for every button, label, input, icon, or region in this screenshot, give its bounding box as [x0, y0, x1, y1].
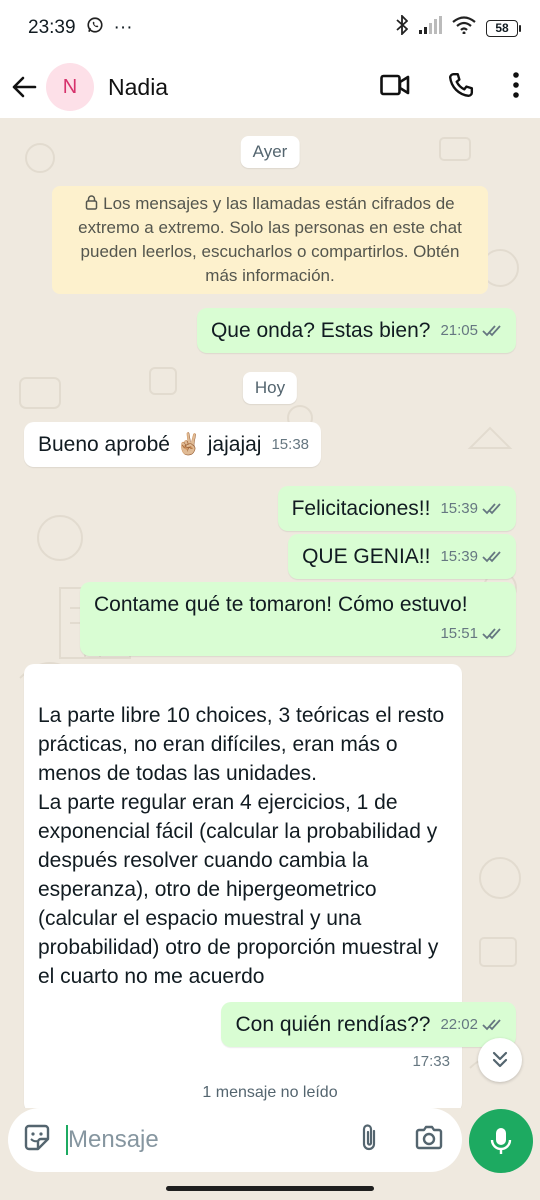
message-text: Contame qué te tomaron! Cómo estuvo!: [94, 593, 468, 616]
avatar[interactable]: N: [46, 63, 94, 111]
wifi-icon: [452, 16, 476, 40]
date-chip-ayer: Ayer: [240, 136, 300, 168]
sticker-icon[interactable]: [22, 1123, 52, 1158]
message-text: La parte libre 10 choices, 3 teóricas el…: [38, 704, 445, 988]
voice-call-icon[interactable]: [448, 72, 474, 103]
date-chip-hoy: Hoy: [242, 372, 298, 404]
message-time: 21:05: [440, 322, 478, 339]
message-text: Felicitaciones!!: [291, 497, 431, 520]
message-meta: 17:33: [412, 1047, 450, 1076]
message-meta: 15:39: [440, 494, 504, 523]
message-time: 15:39: [440, 500, 478, 517]
message-placeholder: Mensaje: [68, 1126, 159, 1153]
home-indicator[interactable]: [166, 1186, 374, 1191]
message-incoming[interactable]: Bueno aprobé ✌🏼 jajajaj 15:38: [24, 422, 322, 467]
battery-icon: 58: [486, 19, 521, 37]
read-receipt-icon: [482, 550, 501, 562]
chat-header: N Nadia: [0, 56, 540, 118]
message-meta: 22:02: [440, 1010, 504, 1039]
message-text: Bueno aprobé ✌🏼 jajajaj: [38, 433, 262, 456]
read-receipt-icon: [482, 627, 501, 639]
message-outgoing[interactable]: Felicitaciones!! 15:39: [277, 486, 516, 531]
message-text: Que onda? Estas bien?: [210, 319, 431, 342]
message-meta: 15:38: [271, 430, 309, 459]
message-meta: 21:05: [440, 316, 504, 345]
read-receipt-icon: [482, 1018, 501, 1030]
unread-messages-divider: 1 mensaje no leído: [174, 1076, 366, 1108]
back-arrow-icon[interactable]: [10, 73, 38, 101]
microphone-icon: [490, 1128, 512, 1154]
message-time: 15:38: [271, 436, 310, 453]
video-call-icon[interactable]: [380, 74, 410, 101]
contact-name[interactable]: Nadia: [108, 74, 380, 101]
message-time: 15:51: [440, 625, 478, 642]
message-time: 22:02: [440, 1016, 478, 1033]
signal-icon: [418, 16, 442, 40]
message-outgoing[interactable]: QUE GENIA!! 15:39: [288, 534, 516, 579]
attach-icon[interactable]: [360, 1123, 378, 1158]
more-notifications-icon: ···: [113, 17, 133, 38]
message-input[interactable]: Mensaje: [8, 1108, 462, 1172]
message-text: QUE GENIA!!: [302, 545, 431, 568]
message-meta: 15:39: [440, 542, 504, 571]
status-time: 23:39: [28, 17, 76, 38]
chat-area[interactable]: Ayer Los mensajes y las llamadas están c…: [0, 118, 540, 1108]
message-outgoing[interactable]: Contame qué te tomaron! Cómo estuvo! 15:…: [80, 582, 516, 656]
camera-icon[interactable]: [414, 1125, 444, 1156]
lock-icon: [85, 194, 103, 213]
more-options-icon[interactable]: [512, 71, 520, 103]
status-right: 58: [396, 13, 521, 41]
scroll-to-bottom-button[interactable]: [478, 1038, 522, 1082]
double-chevron-down-icon: [492, 1051, 508, 1068]
read-receipt-icon: [482, 324, 501, 336]
status-bar: 23:39 ··· 58: [0, 0, 540, 56]
voice-message-button[interactable]: [469, 1109, 533, 1173]
message-outgoing[interactable]: Con quién rendías?? 22:02: [221, 1002, 516, 1047]
message-text: Con quién rendías??: [235, 1013, 431, 1036]
bluetooth-icon: [396, 13, 409, 41]
message-meta: 15:51: [440, 619, 504, 648]
encryption-notice-text: Los mensajes y las llamadas están cifrad…: [78, 194, 462, 285]
header-actions: [380, 71, 520, 103]
encryption-notice[interactable]: Los mensajes y las llamadas están cifrad…: [52, 186, 488, 294]
message-time: 15:39: [440, 548, 478, 565]
read-receipt-icon: [482, 502, 501, 514]
whatsapp-notification-icon: [86, 16, 104, 40]
status-left: 23:39 ···: [28, 16, 133, 40]
message-time: 17:33: [412, 1053, 450, 1070]
message-outgoing[interactable]: Que onda? Estas bien? 21:05: [196, 308, 516, 353]
